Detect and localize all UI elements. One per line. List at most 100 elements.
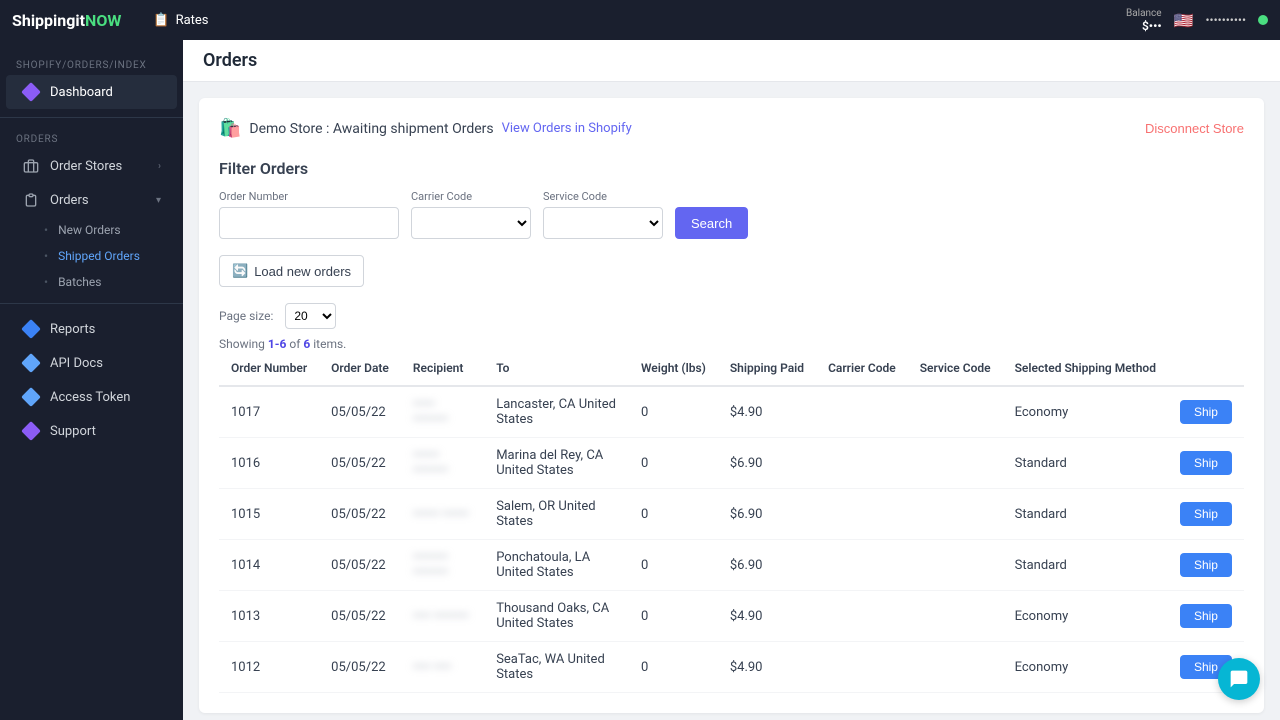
table-row: 1013 05/05/22 •••• •••••••• Thousand Oak…: [219, 591, 1244, 642]
filter-title: Filter Orders: [219, 159, 1244, 178]
page-header: Orders: [183, 40, 1280, 82]
ship-button[interactable]: Ship: [1180, 451, 1232, 475]
access-token-icon: [22, 388, 40, 406]
sidebar-item-orders[interactable]: Orders ▾: [6, 183, 177, 217]
cell-shipping-method: Economy: [1003, 386, 1168, 438]
order-number-field: Order Number: [219, 190, 399, 239]
cell-recipient: ••••• ••••••••: [401, 386, 484, 438]
cell-recipient: •••• ••••: [401, 642, 484, 693]
sidebar-item-batches[interactable]: Batches: [44, 269, 183, 295]
topnav-right: Balance $••• 🇺🇸 ••••••••••: [1126, 8, 1268, 33]
cell-action: Ship: [1168, 438, 1244, 489]
online-status-icon: [1258, 15, 1268, 25]
cell-order-date: 05/05/22: [319, 489, 401, 540]
load-new-orders-button[interactable]: 🔄 Load new orders: [219, 255, 364, 287]
chat-bubble[interactable]: [1218, 658, 1260, 700]
sidebar-order-stores-label: Order Stores: [50, 159, 122, 174]
sidebar-item-order-stores[interactable]: Order Stores ›: [6, 149, 177, 183]
carrier-code-field: Carrier Code: [411, 190, 531, 239]
cell-shipping-method: Economy: [1003, 642, 1168, 693]
cell-recipient: •••••••• ••••••••: [401, 540, 484, 591]
logo-area: ShippingitNOW 📋 Rates: [12, 11, 221, 30]
table-header-row: Order Number Order Date Recipient To Wei…: [219, 351, 1244, 386]
sidebar-item-dashboard-label: Dashboard: [50, 85, 113, 100]
cell-weight: 0: [629, 489, 718, 540]
pagination-row: Page size: 20 50 100: [219, 303, 1244, 329]
chevron-right-icon: ›: [158, 161, 161, 172]
carrier-code-select[interactable]: [411, 207, 531, 239]
sidebar-item-dashboard[interactable]: Dashboard: [6, 75, 177, 109]
cell-order-number: 1015: [219, 489, 319, 540]
col-to: To: [484, 351, 629, 386]
service-code-select[interactable]: [543, 207, 663, 239]
showing-text: Showing 1-6 of 6 items.: [219, 337, 1244, 351]
search-button[interactable]: Search: [675, 207, 748, 239]
ship-button[interactable]: Ship: [1180, 502, 1232, 526]
page-size-select[interactable]: 20 50 100: [285, 303, 336, 329]
cell-to: Lancaster, CA United States: [484, 386, 629, 438]
cell-to: Ponchatoula, LA United States: [484, 540, 629, 591]
sidebar-item-shipped-orders[interactable]: Shipped Orders: [44, 243, 183, 269]
col-order-number: Order Number: [219, 351, 319, 386]
sidebar-divider-2: [0, 303, 183, 304]
username: ••••••••••: [1206, 13, 1247, 27]
cell-order-date: 05/05/22: [319, 591, 401, 642]
orders-section-label: ORDERS: [0, 126, 183, 149]
cell-carrier-code: [816, 489, 908, 540]
sidebar: SHOPIFY/ORDERS/INDEX Dashboard ORDERS Or…: [0, 40, 183, 720]
orders-icon: [22, 191, 40, 209]
cell-carrier-code: [816, 386, 908, 438]
cell-service-code: [908, 438, 1003, 489]
sidebar-item-new-orders[interactable]: New Orders: [44, 217, 183, 243]
cell-service-code: [908, 489, 1003, 540]
orders-submenu: New Orders Shipped Orders Batches: [0, 217, 183, 295]
cell-order-number: 1014: [219, 540, 319, 591]
support-icon: [22, 422, 40, 440]
view-orders-link[interactable]: View Orders in Shopify: [502, 121, 632, 136]
shipped-orders-label: Shipped Orders: [58, 249, 140, 263]
cell-order-date: 05/05/22: [319, 386, 401, 438]
cell-action: Ship: [1168, 540, 1244, 591]
sidebar-item-api-docs[interactable]: API Docs: [6, 346, 177, 380]
service-code-field: Service Code: [543, 190, 663, 239]
main-content: Orders 🛍️ Demo Store : Awaiting shipment…: [183, 40, 1280, 720]
ship-button[interactable]: Ship: [1180, 604, 1232, 628]
sidebar-orders-label: Orders: [50, 193, 89, 208]
order-stores-icon: [22, 157, 40, 175]
sidebar-item-reports[interactable]: Reports: [6, 312, 177, 346]
ship-button[interactable]: Ship: [1180, 400, 1232, 424]
showing-of: of: [289, 337, 300, 351]
disconnect-store-button[interactable]: Disconnect Store: [1145, 121, 1244, 136]
orders-table: Order Number Order Date Recipient To Wei…: [219, 351, 1244, 693]
cell-shipping-method: Standard: [1003, 540, 1168, 591]
col-action: [1168, 351, 1244, 386]
col-recipient: Recipient: [401, 351, 484, 386]
cell-shipping-paid: $4.90: [718, 386, 816, 438]
cell-shipping-paid: $6.90: [718, 540, 816, 591]
col-carrier-code: Carrier Code: [816, 351, 908, 386]
rates-tab[interactable]: 📋 Rates: [141, 13, 220, 28]
sidebar-reports-label: Reports: [50, 322, 95, 337]
cell-weight: 0: [629, 591, 718, 642]
ship-button[interactable]: Ship: [1180, 553, 1232, 577]
order-number-input[interactable]: [219, 207, 399, 239]
chevron-down-icon: ▾: [156, 195, 161, 206]
rates-tab-label: Rates: [176, 13, 209, 28]
cell-carrier-code: [816, 591, 908, 642]
batches-label: Batches: [58, 275, 101, 289]
sidebar-item-support[interactable]: Support: [6, 414, 177, 448]
balance-amount: $•••: [1126, 19, 1162, 33]
cell-order-number: 1016: [219, 438, 319, 489]
table-head: Order Number Order Date Recipient To Wei…: [219, 351, 1244, 386]
cell-shipping-paid: $6.90: [718, 438, 816, 489]
cell-weight: 0: [629, 540, 718, 591]
cell-service-code: [908, 591, 1003, 642]
balance-block: Balance $•••: [1126, 8, 1162, 33]
cell-to: Salem, OR United States: [484, 489, 629, 540]
cell-service-code: [908, 642, 1003, 693]
cell-order-date: 05/05/22: [319, 642, 401, 693]
sidebar-item-access-token[interactable]: Access Token: [6, 380, 177, 414]
cell-order-date: 05/05/22: [319, 438, 401, 489]
sidebar-api-docs-label: API Docs: [50, 356, 103, 371]
cell-shipping-paid: $4.90: [718, 591, 816, 642]
